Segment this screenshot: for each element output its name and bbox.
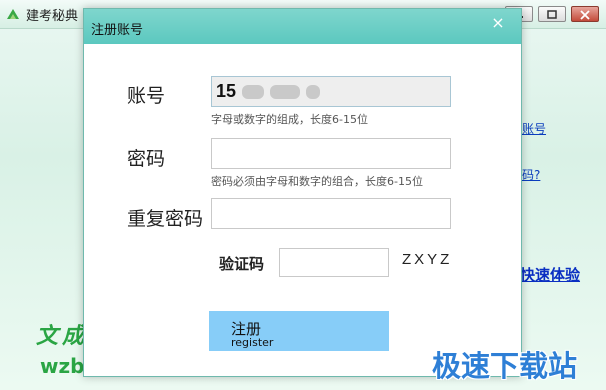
quick-experience-link[interactable]: 快速体验 (520, 264, 580, 285)
dialog-title: 注册账号 (91, 23, 144, 38)
dialog-titlebar: 注册账号 × (84, 9, 521, 44)
register-dialog: 注册账号 × 账号 15 字母或数字的组成，长度6-15位 密码 密码必须由字母… (83, 8, 522, 377)
close-icon (580, 10, 590, 20)
confirm-password-field[interactable] (211, 198, 451, 229)
maximize-icon (547, 10, 557, 19)
register-button-sublabel: register (231, 336, 274, 349)
captcha-code[interactable]: ZXYZ (402, 251, 452, 268)
confirm-password-label: 重复密码 (127, 208, 204, 230)
dialog-close-icon[interactable]: × (490, 15, 506, 31)
captcha-label: 验证码 (219, 255, 265, 273)
captcha-input[interactable] (279, 248, 389, 277)
redacted-block (270, 85, 301, 100)
redacted-block (242, 85, 265, 100)
password-label: 密码 (127, 148, 166, 170)
account-label: 账号 (127, 85, 166, 107)
password-hint: 密码必须由字母和数字的组合，长度6-15位 (211, 175, 423, 188)
brand-text: 文成 (36, 323, 89, 349)
account-value: 15 (216, 81, 237, 101)
redacted-block (306, 85, 321, 100)
bg-password-link[interactable]: 码? (522, 166, 540, 183)
password-field[interactable] (211, 138, 451, 169)
maximize-button[interactable] (538, 6, 566, 22)
register-button[interactable]: 注册 register (209, 311, 389, 351)
account-hint: 字母或数字的组成，长度6-15位 (211, 113, 368, 126)
app-logo-icon (7, 9, 19, 19)
bg-account-link[interactable]: 账号 (522, 120, 546, 137)
main-close-button[interactable] (571, 6, 599, 22)
watermark-text: 极速下载站 (432, 349, 578, 383)
main-window-title: 建考秘典 (26, 9, 79, 24)
account-field[interactable]: 15 (211, 76, 451, 107)
